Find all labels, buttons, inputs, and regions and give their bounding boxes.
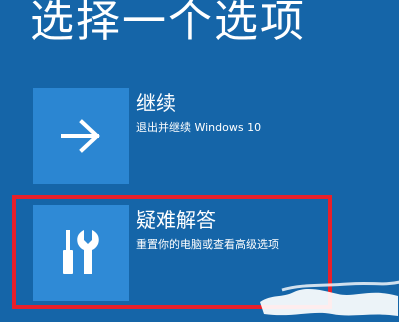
continue-title: 继续 (136, 91, 176, 115)
continue-description: 退出并继续 Windows 10 (136, 121, 262, 134)
tools-icon (63, 230, 99, 274)
troubleshoot-title: 疑难解答 (136, 208, 216, 232)
troubleshoot-tile[interactable] (33, 205, 129, 301)
arrow-right-icon (61, 119, 100, 153)
troubleshoot-description: 重置你的电脑或查看高级选项 (136, 238, 279, 251)
redaction-scribble (260, 280, 399, 316)
continue-option[interactable]: 继续 退出并继续 Windows 10 (33, 88, 363, 184)
continue-tile[interactable] (33, 88, 129, 184)
page-title: 选择一个选项 (30, 0, 306, 47)
